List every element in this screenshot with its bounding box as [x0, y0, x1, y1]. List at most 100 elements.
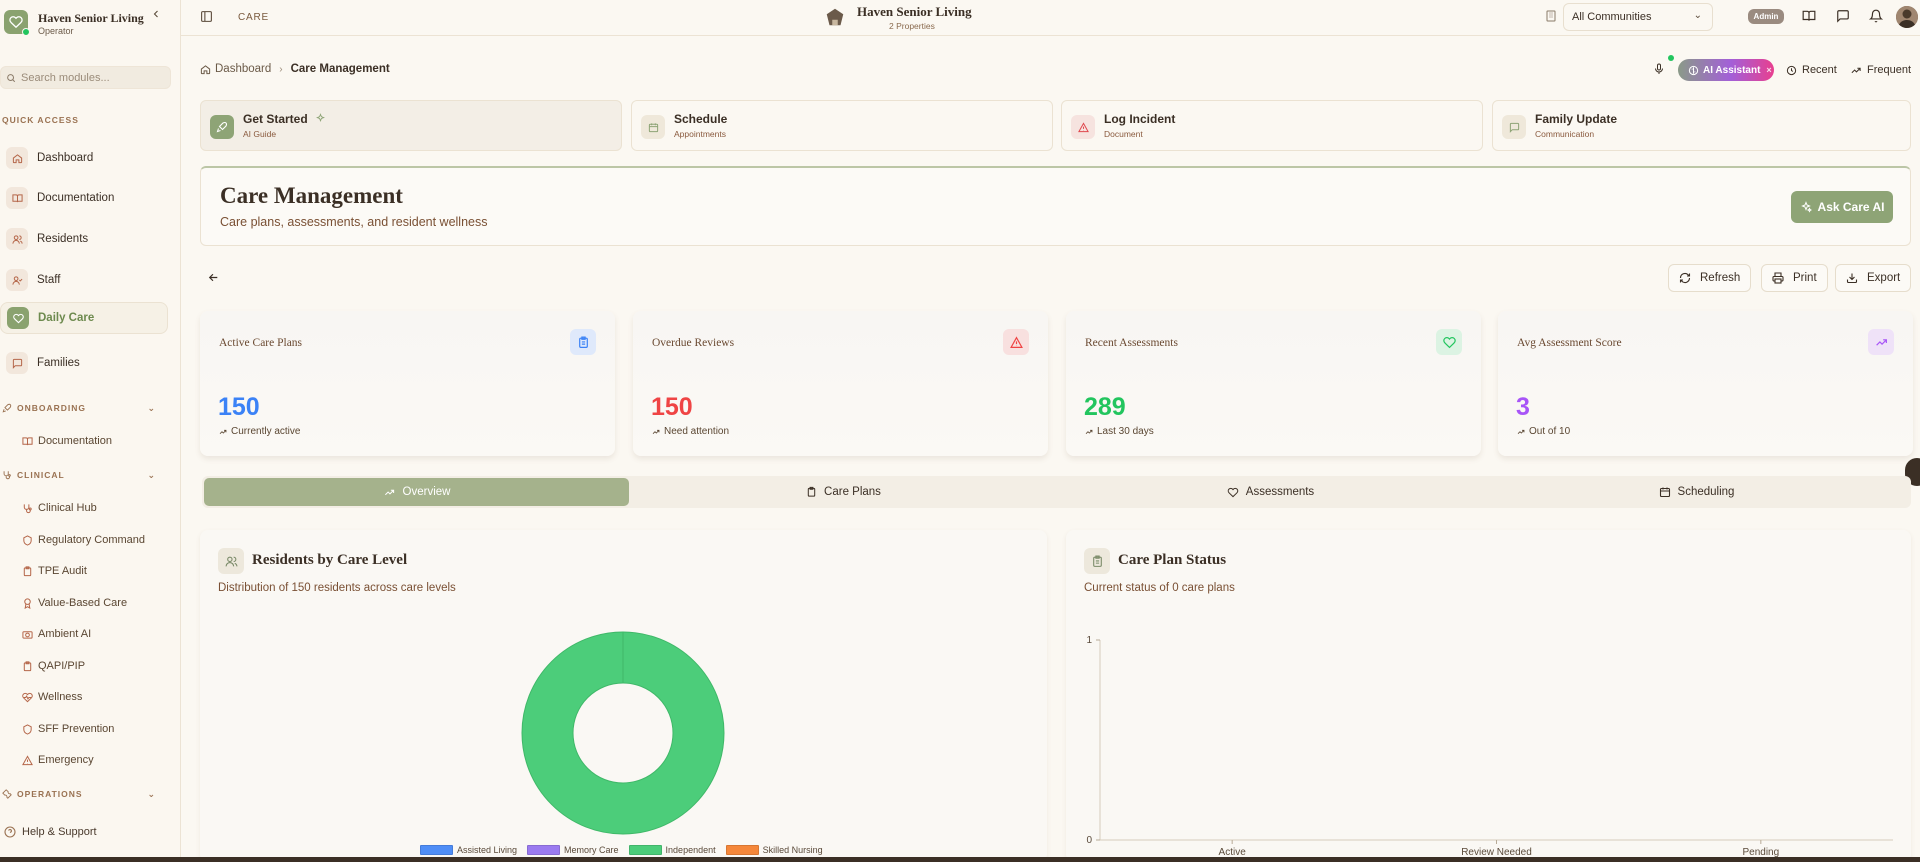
legend-item-skilled-nursing[interactable]: Skilled Nursing — [725, 845, 823, 855]
back-button[interactable] — [207, 271, 220, 287]
y-tick-label: 1 — [1086, 635, 1092, 646]
sidebar-item-wellness[interactable]: Wellness — [0, 686, 168, 708]
tab-care-plans[interactable]: Care Plans — [631, 478, 1056, 506]
frequent-button[interactable]: Frequent — [1850, 64, 1911, 76]
help-support-link[interactable]: Help & Support — [4, 826, 97, 838]
clipboard-icon — [570, 329, 596, 355]
arrow-left-icon — [208, 273, 218, 282]
book-open-icon — [1802, 10, 1816, 21]
sidebar-item-residents[interactable]: Residents — [0, 223, 168, 255]
message-icon — [1837, 10, 1849, 23]
legend-item-memory-care[interactable]: Memory Care — [527, 845, 619, 855]
sidebar-item-ambient-ai[interactable]: Ambient AI — [0, 623, 168, 645]
alert-triangle-icon — [1003, 329, 1029, 355]
voice-button[interactable] — [1653, 62, 1665, 79]
refresh-button[interactable]: Refresh — [1668, 264, 1752, 292]
sidebar-item-staff[interactable]: Staff — [0, 264, 168, 296]
camera-icon — [20, 629, 34, 640]
donut-slice-independent[interactable] — [521, 631, 725, 835]
stat-value: 150 — [651, 393, 693, 421]
community-select[interactable]: All Communities ⌄ — [1563, 3, 1713, 31]
sidebar-item-clinical-hub[interactable]: Clinical Hub — [0, 497, 168, 519]
collapse-sidebar-button[interactable] — [150, 8, 162, 23]
section-operations[interactable]: OPERATIONS ⌄ — [2, 789, 170, 799]
sidebar-item-dashboard[interactable]: Dashboard — [0, 142, 168, 174]
book-icon — [6, 187, 28, 209]
residents-by-care-level-card: Residents by Care Level Distribution of … — [200, 530, 1047, 862]
breadcrumb: Dashboard › Care Management — [200, 63, 390, 75]
breadcrumb-current: Care Management — [290, 63, 390, 75]
ask-care-ai-button[interactable]: Ask Care AI — [1791, 191, 1893, 223]
toggle-sidebar-button[interactable] — [200, 10, 213, 26]
sidebar-item-daily-care[interactable]: Daily Care — [0, 302, 168, 334]
sparkles-icon — [316, 113, 325, 123]
avatar[interactable] — [1896, 6, 1918, 28]
message-icon — [1502, 115, 1526, 139]
sidebar-item-regulatory-command[interactable]: Regulatory Command — [0, 529, 168, 551]
heart-icon — [1227, 487, 1239, 497]
heart-icon — [7, 307, 29, 329]
messages-button[interactable] — [1836, 9, 1850, 26]
book-button[interactable] — [1802, 9, 1816, 26]
quick-action-log-incident[interactable]: Log Incident Document — [1061, 100, 1483, 151]
quick-action-get-started[interactable]: Get Started AI Guide — [200, 100, 622, 151]
sidebar-item-documentation[interactable]: Documentation — [0, 182, 168, 214]
shield-icon — [20, 723, 34, 735]
breadcrumb-dashboard[interactable]: Dashboard — [215, 63, 271, 75]
clipboard-icon — [20, 565, 34, 577]
stat-value: 3 — [1516, 393, 1530, 421]
tab-scheduling[interactable]: Scheduling — [1484, 478, 1909, 506]
sidebar-item-onboarding-documentation[interactable]: Documentation — [0, 430, 168, 452]
building-icon — [1545, 10, 1557, 25]
trending-up-icon — [1085, 429, 1093, 434]
legend-item-assisted-living[interactable]: Assisted Living — [420, 845, 517, 855]
quick-action-family-update[interactable]: Family Update Communication — [1492, 100, 1911, 151]
tab-assessments[interactable]: Assessments — [1058, 478, 1483, 506]
ai-assistant-button[interactable]: AI Assistant × — [1678, 59, 1774, 81]
stat-card-avg-assessment-score: Avg Assessment Score 3 Out of 10 — [1498, 311, 1913, 456]
tab-bar: Overview Care Plans Assessments Scheduli… — [202, 476, 1911, 508]
sidebar-item-families[interactable]: Families — [0, 347, 168, 379]
sidebar-item-value-based-care[interactable]: Value-Based Care — [0, 592, 168, 614]
export-button[interactable]: Export — [1835, 264, 1912, 292]
section-clinical[interactable]: CLINICAL ⌄ — [2, 470, 170, 480]
printer-icon — [1772, 272, 1784, 284]
care-level-legend: Assisted Living Memory Care Independent … — [420, 845, 833, 855]
stat-value: 289 — [1084, 393, 1126, 421]
sidebar-item-emergency[interactable]: Emergency — [0, 749, 168, 771]
trending-up-icon — [1517, 429, 1525, 434]
search-input[interactable] — [21, 70, 161, 86]
voice-active-dot — [1668, 55, 1674, 61]
module-search — [0, 66, 171, 89]
trending-up-icon — [384, 489, 394, 495]
print-button[interactable]: Print — [1761, 264, 1828, 292]
property-switcher[interactable]: Haven Senior Living 2 Properties — [824, 3, 974, 33]
section-onboarding[interactable]: ONBOARDING ⌄ — [2, 403, 170, 413]
chevron-down-icon: ⌄ — [147, 469, 156, 480]
chevron-down-icon: ⌄ — [1693, 10, 1702, 21]
help-circle-icon — [4, 826, 16, 838]
recent-button[interactable]: Recent — [1786, 64, 1837, 76]
sidebar-item-sff-prevention[interactable]: SFF Prevention — [0, 718, 168, 740]
notifications-button[interactable] — [1868, 9, 1884, 26]
legend-item-independent[interactable]: Independent — [628, 845, 716, 855]
care-level-donut-chart — [521, 631, 725, 835]
page-subtitle: Care plans, assessments, and resident we… — [220, 215, 488, 229]
care-plan-status-bar-chart: 01Active Review Needed Pending — [1086, 635, 1893, 858]
brand-role: Operator — [38, 26, 74, 36]
stethoscope-icon — [3, 471, 11, 480]
brain-icon — [1688, 65, 1699, 75]
search-icon — [7, 74, 16, 83]
sidebar-item-qapi-pip[interactable]: QAPI/PIP — [0, 655, 168, 677]
sidebar-toggle-icon — [201, 11, 212, 22]
clipboard-icon — [807, 486, 816, 497]
stethoscope-icon — [20, 503, 34, 514]
section-quick-access: QUICK ACCESS — [2, 115, 79, 125]
close-icon[interactable]: × — [1766, 65, 1771, 75]
quick-action-schedule[interactable]: Schedule Appointments — [631, 100, 1053, 151]
message-icon — [6, 352, 28, 374]
brand-name: Haven Senior Living — [38, 11, 144, 25]
alert-triangle-icon — [1071, 115, 1095, 139]
tab-overview[interactable]: Overview — [204, 478, 629, 506]
sidebar-item-tpe-audit[interactable]: TPE Audit — [0, 560, 168, 582]
